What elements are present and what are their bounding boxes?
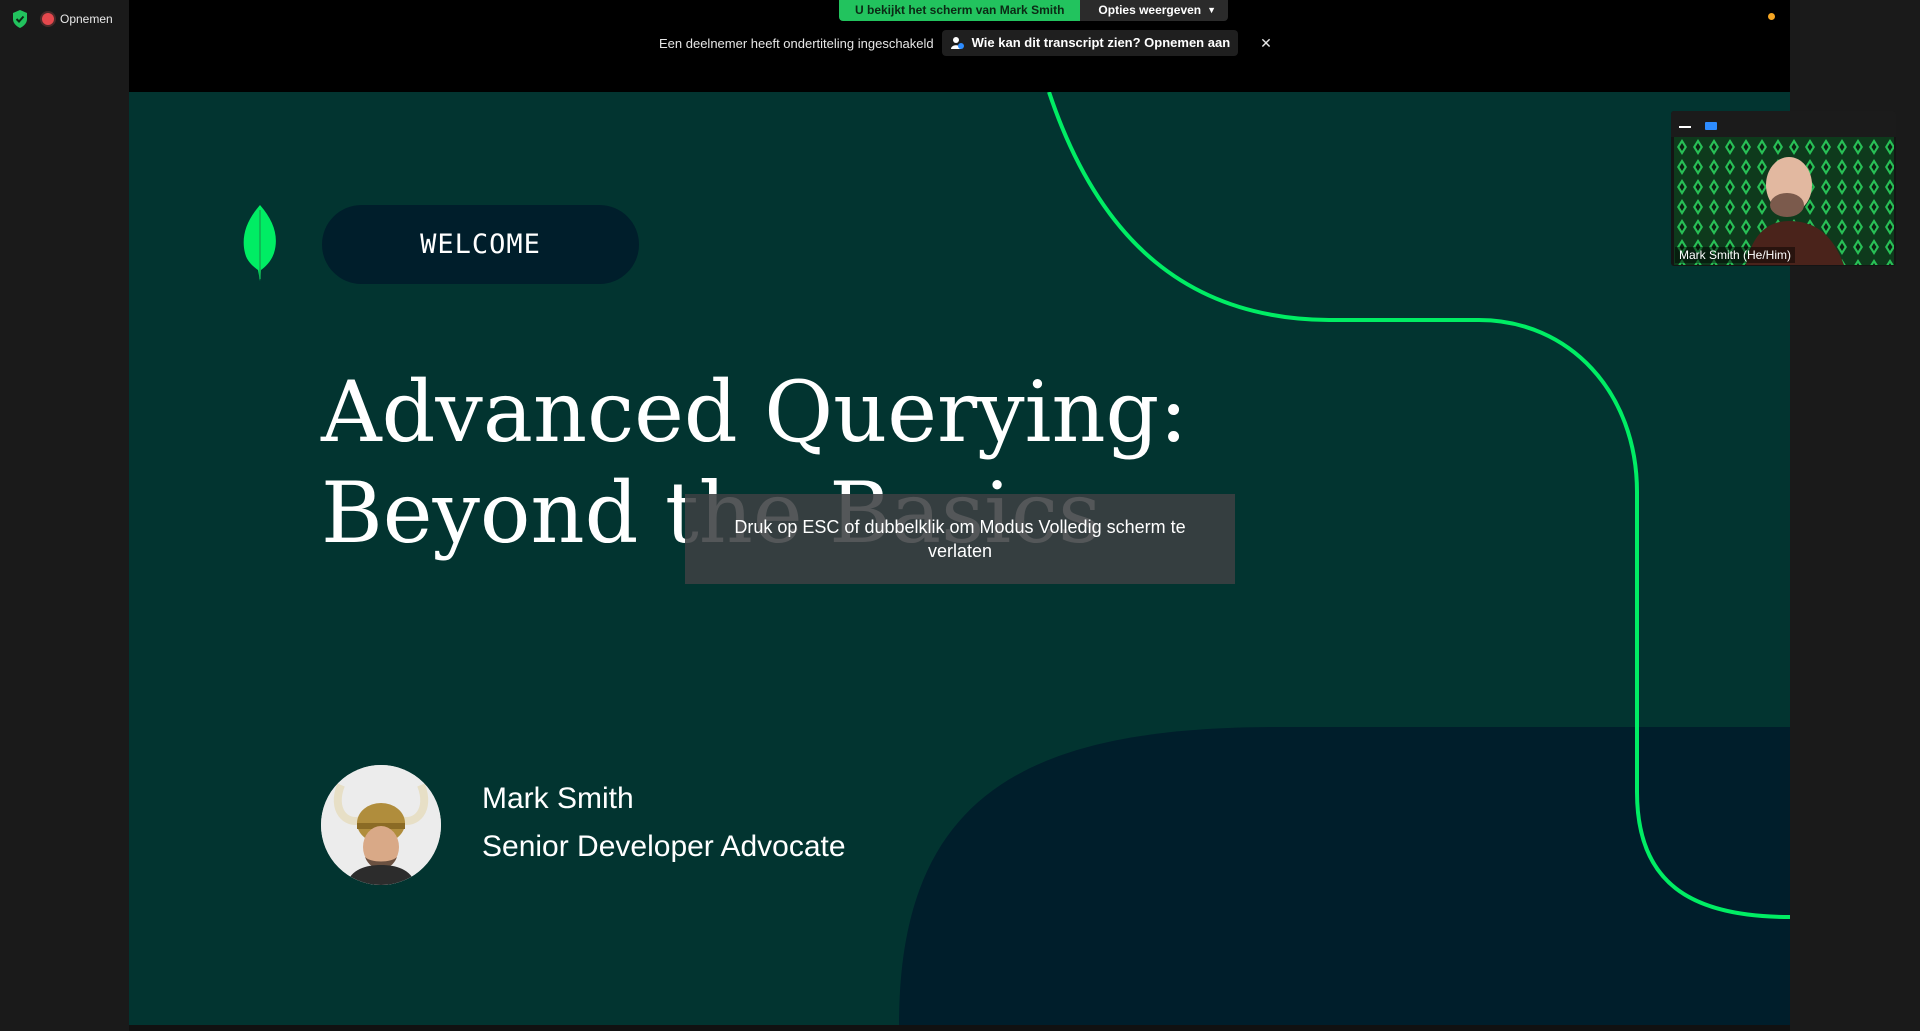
view-options-label: Opties weergeven [1098,3,1202,17]
captions-notice-text: Een deelnemer heeft ondertiteling ingesc… [659,35,934,51]
screen-share-bar: U bekijkt het scherm van Mark Smith Opti… [839,0,1229,21]
shield-icon[interactable] [12,10,28,28]
recording-label: Opnemen [60,12,113,26]
minimize-icon[interactable] [1679,126,1691,128]
speaker-name: Mark Smith [482,782,634,815]
viewing-screen-badge: U bekijkt het scherm van Mark Smith [839,0,1081,21]
zoom-window: Opnemen U bekijkt het scherm van Mark Sm… [0,0,1920,1031]
thumbnail-toolbar [1671,111,1896,137]
speaker-role: Senior Developer Advocate [482,830,846,863]
person-info-icon [950,37,964,49]
top-left-status: Opnemen [12,10,113,28]
transcript-info-label: Wie kan dit transcript zien? Opnemen aan [971,35,1231,50]
participant-video [1674,137,1894,265]
participant-name: Mark Smith (He/Him) [1675,247,1796,263]
captions-notice: Een deelnemer heeft ondertiteling ingesc… [659,30,1272,56]
slide-title-line-1: Advanced Querying: [321,363,1188,461]
speaker-avatar [321,765,441,885]
mongodb-leaf-icon [243,205,276,281]
view-options-button[interactable]: Opties weergeven ▼ [1080,0,1229,21]
chevron-down-icon: ▼ [1207,5,1217,15]
welcome-badge: WELCOME [322,205,639,284]
viking-helmet-portrait [321,765,441,885]
record-dot-icon [42,13,54,25]
status-dot [1768,13,1775,20]
close-icon[interactable]: ✕ [1260,35,1272,52]
participant-video-thumbnail[interactable]: Mark Smith (He/Him) [1671,111,1896,266]
transcript-info-button[interactable]: Wie kan dit transcript zien? Opnemen aan [941,30,1239,56]
exit-fullscreen-toast: Druk op ESC of dubbelklik om Modus Volle… [685,494,1235,584]
bottom-strip [129,1025,1790,1031]
recording-indicator[interactable]: Opnemen [42,12,113,26]
video-layout-icon[interactable] [1705,122,1717,130]
